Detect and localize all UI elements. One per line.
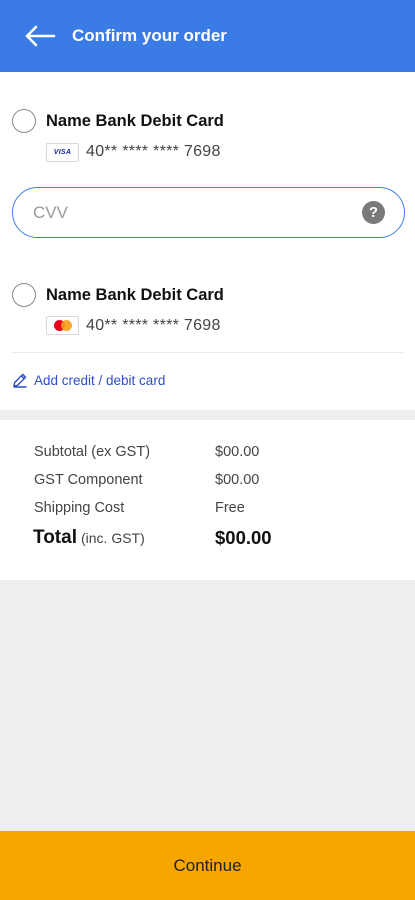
subtotal-value: $00.00	[215, 444, 260, 460]
card-name: Name Bank Debit Card	[46, 112, 224, 130]
question-circle-icon[interactable]: ?	[362, 201, 385, 224]
continue-label: Continue	[173, 855, 242, 875]
back-button[interactable]	[0, 0, 80, 72]
card-name: Name Bank Debit Card	[46, 286, 224, 304]
visa-brand-text: VISA	[53, 149, 72, 156]
app-bar: Confirm your order	[0, 0, 415, 72]
visa-logo-icon: VISA	[46, 143, 79, 162]
payment-methods-section: Name Bank Debit Card VISA 40** **** ****…	[0, 72, 415, 410]
cvv-input[interactable]	[33, 200, 333, 226]
total-sublabel: (inc. GST)	[80, 530, 145, 546]
total-value: $00.00	[215, 527, 272, 548]
shipping-value: Free	[215, 500, 245, 516]
add-card-link[interactable]: Add credit / debit card	[12, 372, 165, 388]
order-summary: Subtotal (ex GST) $00.00 GST Component $…	[0, 420, 415, 580]
arrow-left-icon	[25, 25, 56, 47]
subtotal-label: Subtotal (ex GST)	[34, 444, 151, 460]
gst-value: $00.00	[215, 472, 260, 488]
card-radio-button[interactable]	[12, 283, 36, 307]
total-label-text: Total	[33, 527, 77, 548]
shipping-label: Shipping Cost	[34, 500, 125, 516]
card-number: 40** **** **** 7698	[86, 143, 221, 160]
page-title: Confirm your order	[72, 26, 227, 45]
divider	[12, 352, 403, 353]
mastercard-logo-icon	[46, 316, 79, 335]
pencil-icon	[13, 373, 27, 388]
total-label: Total (inc. GST)	[33, 527, 145, 549]
cvv-field[interactable]: ?	[12, 187, 405, 238]
add-card-label: Add credit / debit card	[34, 372, 166, 388]
continue-button[interactable]: Continue	[0, 831, 415, 900]
card-radio-button[interactable]	[12, 109, 36, 133]
card-number: 40** **** **** 7698	[86, 317, 221, 334]
gst-label: GST Component	[34, 472, 143, 488]
